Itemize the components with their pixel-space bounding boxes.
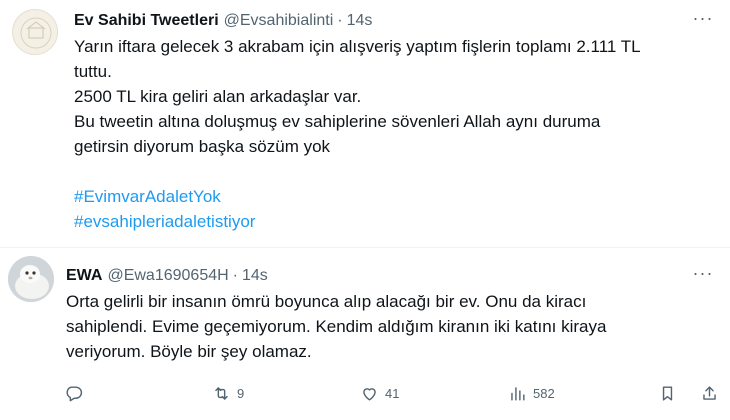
author-avatar[interactable]: [12, 9, 58, 55]
dot-separator: ·: [232, 267, 238, 284]
tweet-line: veriyorum. Böyle bir şey olamaz.: [66, 342, 312, 361]
tweet-header: Ev Sahibi Tweetleri @Evsahibialinti · 14…: [74, 8, 716, 34]
tweet-line: Orta gelirli bir insanın ömrü boyunca al…: [66, 292, 587, 311]
hashtag-link[interactable]: #evsahipleriadaletistiyor: [74, 212, 255, 231]
bookmark-icon: [662, 385, 673, 401]
avatar-photo-image: [8, 256, 54, 302]
tweet-time[interactable]: 14s: [347, 12, 373, 30]
heart-icon: [363, 387, 376, 401]
tweet-line: sahiplendi. Evime geçemiyorum. Kendim al…: [66, 317, 607, 336]
like-button[interactable]: 41: [360, 378, 399, 408]
more-options-button[interactable]: ···: [692, 8, 714, 32]
tweet-2[interactable]: EWA @Ewa1690654H · 14s ··· Orta gelirli …: [0, 248, 730, 420]
tweet-time[interactable]: 14s: [242, 267, 268, 285]
share-icon: [703, 385, 716, 400]
avatar-logo-image: [14, 11, 57, 54]
dot-separator: ·: [337, 12, 343, 29]
tweet-line: tuttu.: [74, 62, 112, 81]
tweet-header: EWA @Ewa1690654H · 14s: [66, 263, 716, 289]
views-count: 582: [533, 385, 555, 401]
tweet-line: 2500 TL kira geliri alan arkadaşlar var.: [74, 87, 362, 106]
author-name[interactable]: Ev Sahibi Tweetleri: [74, 12, 219, 30]
tweet-actions-bar: 9 41 582: [64, 378, 720, 408]
bookmark-button[interactable]: [658, 378, 677, 408]
author-handle[interactable]: @Ewa1690654H: [107, 267, 228, 285]
like-count: 41: [385, 385, 400, 401]
tweet-text: Yarın iftara gelecek 3 akrabam için alış…: [74, 34, 716, 234]
views-button[interactable]: 582: [508, 378, 555, 408]
tweet-line: Yarın iftara gelecek 3 akrabam için alış…: [74, 37, 641, 56]
author-name[interactable]: EWA: [66, 267, 102, 285]
retweet-count: 9: [237, 385, 245, 401]
author-avatar[interactable]: [8, 256, 54, 302]
tweet-text: Orta gelirli bir insanın ömrü boyunca al…: [66, 289, 716, 364]
views-chart-icon: [511, 386, 525, 401]
reply-icon: [66, 385, 83, 401]
more-options-button[interactable]: ···: [692, 263, 714, 287]
hashtag-link[interactable]: #EvimvarAdaletYok: [74, 187, 221, 206]
share-button[interactable]: [700, 378, 725, 408]
ellipsis-icon: ···: [692, 8, 714, 28]
tweet-1[interactable]: Ev Sahibi Tweetleri @Evsahibialinti · 14…: [0, 0, 730, 248]
tweet-line: getirsin diyorum başka sözüm yok: [74, 137, 331, 156]
reply-button[interactable]: [64, 378, 89, 408]
tweet-line: Bu tweetin altına doluşmuş ev sahiplerin…: [74, 112, 601, 131]
retweet-icon: [215, 386, 228, 400]
retweet-button[interactable]: 9: [212, 378, 244, 408]
author-handle[interactable]: @Evsahibialinti: [224, 12, 334, 30]
ellipsis-icon: ···: [692, 263, 714, 283]
